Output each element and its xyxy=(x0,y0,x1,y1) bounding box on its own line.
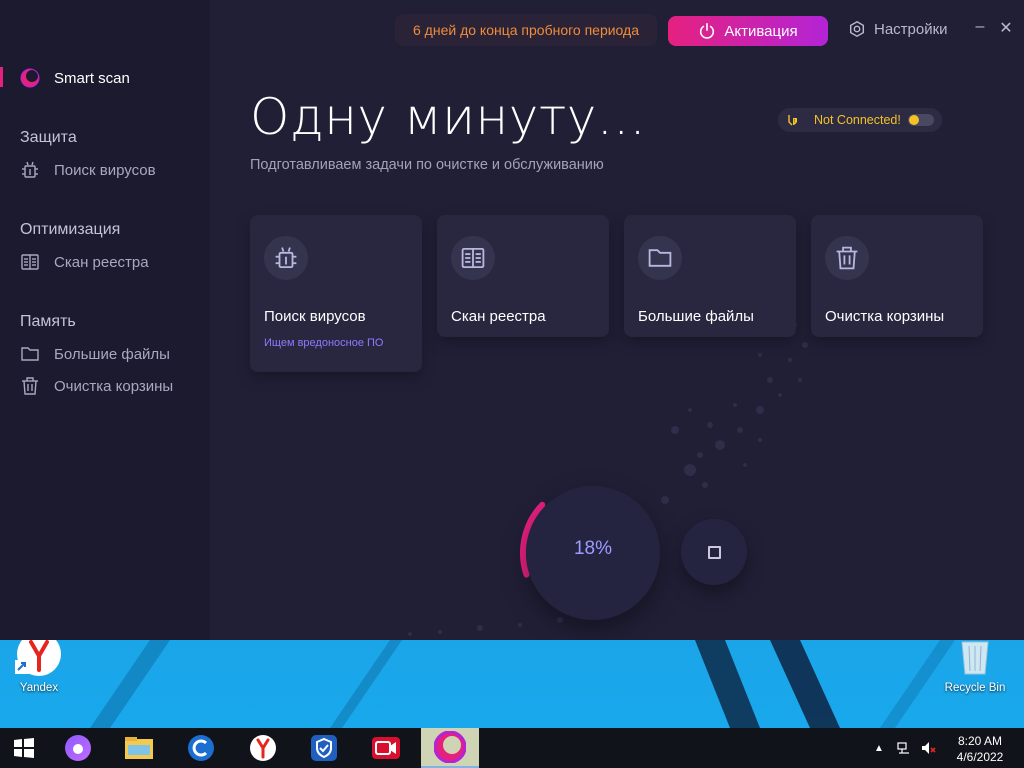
card-title: Поиск вирусов xyxy=(264,308,366,325)
system-tray: ▲ xyxy=(874,728,936,768)
yandex-browser-icon xyxy=(250,735,276,761)
desktop-icon-label: Recycle Bin xyxy=(944,682,1006,694)
desktop-icon-label: Yandex xyxy=(19,682,59,694)
taskbar: ▲ 8:20 AM 4/6/2022 xyxy=(0,728,1024,768)
gear-icon xyxy=(849,20,865,38)
trial-banner[interactable]: 6 дней до конца пробного периода xyxy=(395,14,657,46)
activate-button[interactable]: Активация xyxy=(668,16,828,46)
active-indicator xyxy=(0,67,3,87)
card-icon-wrap xyxy=(825,236,869,280)
folder-icon xyxy=(21,347,39,361)
page-subtitle: Подготавливаем задачи по очистке и обслу… xyxy=(250,157,604,173)
registry-book-icon xyxy=(461,247,485,269)
task-card-registry-scan[interactable]: Скан реестра xyxy=(437,215,609,337)
card-title: Большие файлы xyxy=(638,308,754,325)
sidebar-item-label: Поиск вирусов xyxy=(54,161,156,179)
trash-icon xyxy=(22,377,38,395)
minimize-button[interactable]: – xyxy=(972,18,988,36)
taskbar-app-alice[interactable] xyxy=(54,728,102,768)
settings-label: Настройки xyxy=(874,20,948,38)
activate-label: Активация xyxy=(724,22,798,40)
recycle-bin-icon xyxy=(961,641,989,675)
vpn-toggle-switch[interactable] xyxy=(908,114,934,126)
sidebar-section-protection: Защита xyxy=(20,129,77,146)
sidebar-item-label: Smart scan xyxy=(54,69,130,87)
app-logo-icon xyxy=(20,68,40,88)
toggle-knob xyxy=(909,115,919,125)
taskbar-app-yandex[interactable] xyxy=(239,728,287,768)
sidebar-item-label: Скан реестра xyxy=(54,253,149,271)
start-button[interactable] xyxy=(0,728,48,768)
sidebar-item-virus-scan[interactable]: Поиск вирусов xyxy=(20,160,156,180)
taskbar-app-screen-recorder[interactable] xyxy=(362,728,410,768)
registry-book-icon xyxy=(21,254,39,270)
wallpaper-stripes xyxy=(90,640,955,728)
page-title: Одну минуту... xyxy=(250,88,647,146)
taskbar-app-cleaner-active[interactable] xyxy=(421,728,479,768)
yandex-browser-icon xyxy=(15,640,61,676)
card-icon-wrap xyxy=(638,236,682,280)
taskbar-app-vpn[interactable] xyxy=(300,728,348,768)
power-icon xyxy=(700,22,715,39)
taskbar-app-file-explorer[interactable] xyxy=(115,728,163,768)
cleaner-app-icon xyxy=(434,731,466,763)
desktop: Yandex Recycle Bin xyxy=(0,640,1024,728)
file-explorer-icon xyxy=(125,737,153,759)
vpn-shield-icon xyxy=(311,735,337,761)
taskbar-app-ccleaner[interactable] xyxy=(177,728,225,768)
card-status: Ищем вредоносное ПО xyxy=(264,337,384,349)
windows-start-icon xyxy=(14,738,34,758)
sidebar-section-memory: Память xyxy=(20,313,76,330)
clock-time: 8:20 AM xyxy=(957,734,1003,748)
vpn-status-toggle[interactable]: ! Not Connected! xyxy=(778,108,942,132)
speaker-muted-icon[interactable] xyxy=(920,740,936,756)
ccleaner-icon xyxy=(188,735,214,761)
vpn-shield-icon: ! xyxy=(788,115,797,126)
svg-text:!: ! xyxy=(794,119,795,125)
task-card-trash-cleanup[interactable]: Очистка корзины xyxy=(811,215,983,337)
sidebar-item-smart-scan[interactable]: Smart scan xyxy=(20,68,130,88)
sidebar-item-registry-scan[interactable]: Скан реестра xyxy=(20,252,149,272)
card-title: Скан реестра xyxy=(451,308,546,325)
sidebar-item-label: Очистка корзины xyxy=(54,377,174,395)
settings-button[interactable]: Настройки xyxy=(848,20,948,38)
trash-icon xyxy=(836,246,858,270)
stop-scan-button[interactable] xyxy=(681,519,747,585)
screen-recorder-icon xyxy=(372,737,400,759)
clock-date: 4/6/2022 xyxy=(956,750,1004,764)
bug-icon xyxy=(275,247,297,269)
close-button[interactable]: ✕ xyxy=(998,18,1014,38)
card-title: Очистка корзины xyxy=(825,308,945,325)
sidebar-section-optimization: Оптимизация xyxy=(20,221,121,238)
vpn-status-text: Not Connected! xyxy=(814,113,901,127)
sidebar-item-label: Большие файлы xyxy=(54,345,170,363)
card-icon-wrap xyxy=(264,236,308,280)
progress-percent: 18% xyxy=(573,538,613,559)
task-card-virus-scan[interactable]: Поиск вирусов Ищем вредоносное ПО xyxy=(250,215,422,372)
alice-icon xyxy=(65,735,91,761)
tray-overflow-chevron-icon[interactable]: ▲ xyxy=(874,743,884,754)
network-icon[interactable] xyxy=(896,740,912,756)
bug-icon xyxy=(22,161,38,178)
stop-icon xyxy=(707,545,721,559)
folder-icon xyxy=(648,249,672,267)
cleaner-app-window: Smart scan Защита Поиск вирусов Оптимиза… xyxy=(0,0,1024,640)
taskbar-clock[interactable]: 8:20 AM 4/6/2022 xyxy=(945,733,1015,765)
card-icon-wrap xyxy=(451,236,495,280)
sidebar-item-trash-cleanup[interactable]: Очистка корзины xyxy=(20,376,173,396)
sidebar-item-large-files[interactable]: Большие файлы xyxy=(20,344,170,364)
task-card-large-files[interactable]: Большие файлы xyxy=(624,215,796,337)
sidebar: Smart scan Защита Поиск вирусов Оптимиза… xyxy=(0,0,210,640)
